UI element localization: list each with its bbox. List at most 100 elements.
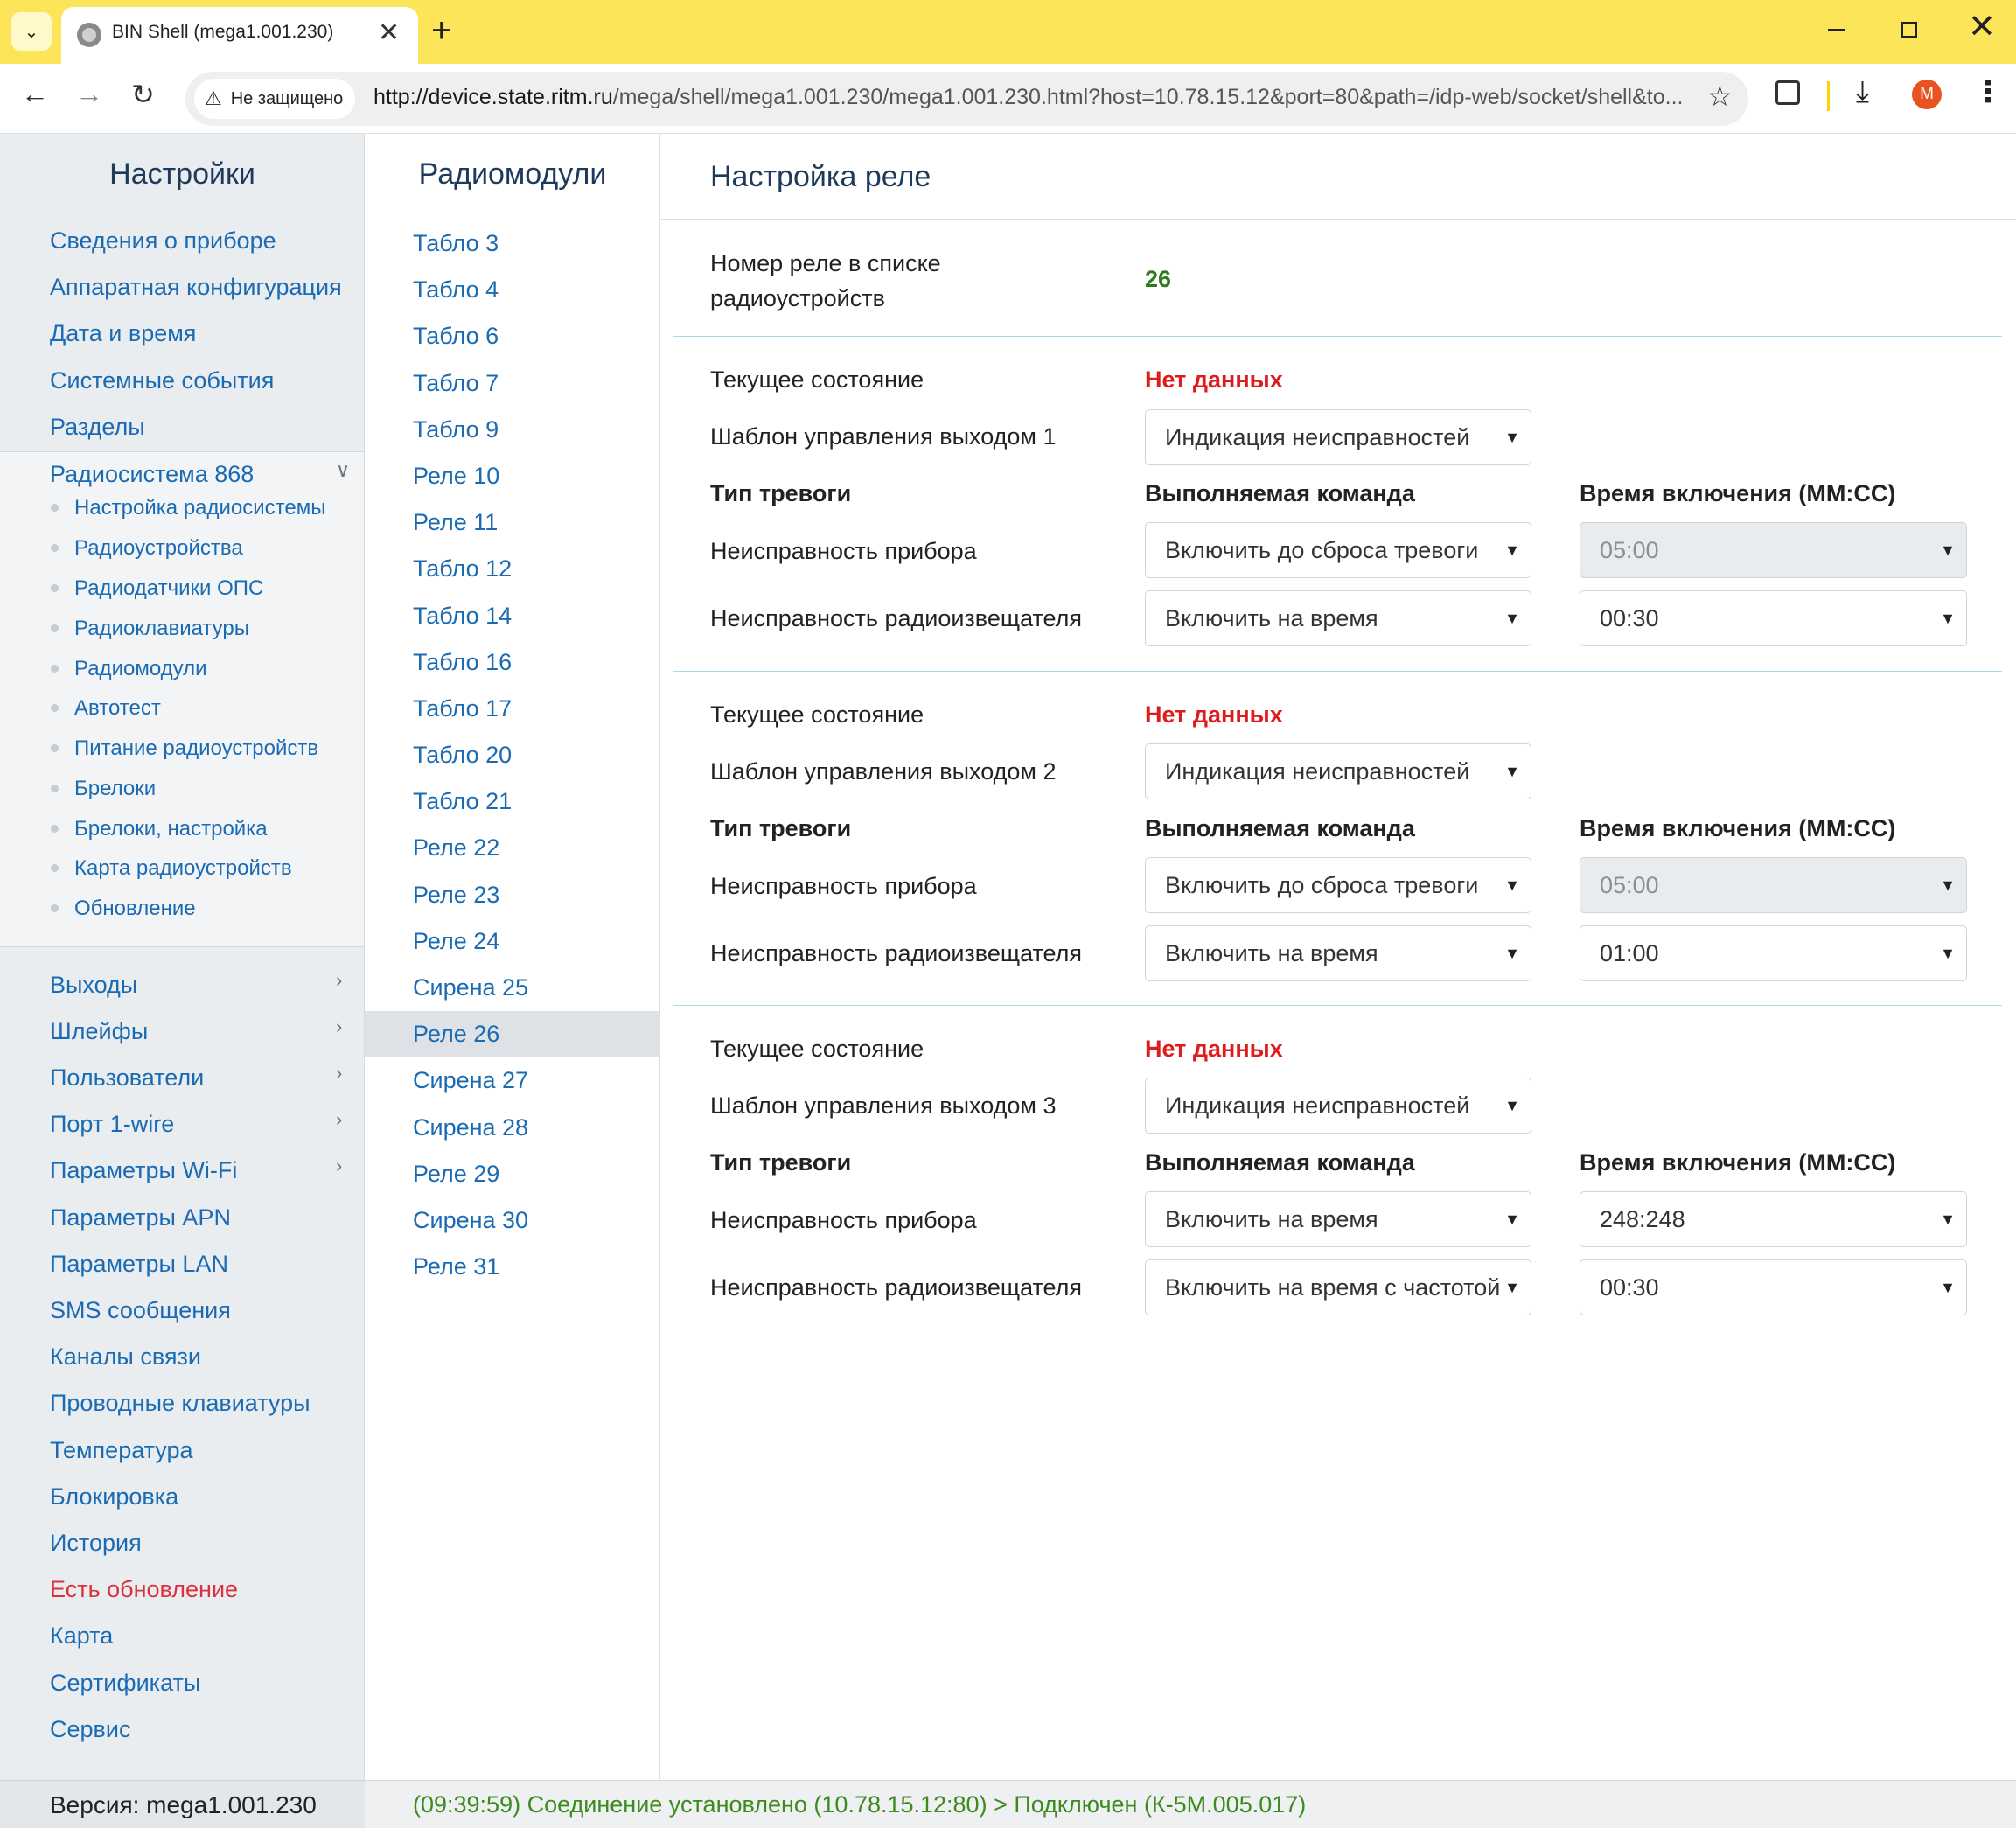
address-bar[interactable]: ⚠ Не защищено http://device.state.ritm.r… xyxy=(185,72,1748,126)
chevron-right-icon[interactable]: › xyxy=(336,1062,342,1085)
list-item[interactable]: Реле 29 xyxy=(365,1151,659,1197)
list-item[interactable]: Сирена 30 xyxy=(365,1197,659,1243)
url-text[interactable]: http://device.state.ritm.ru/mega/shell/m… xyxy=(373,85,1694,110)
command-select[interactable]: Включить до сброса тревоги ▼ xyxy=(1145,522,1531,578)
list-item[interactable]: Табло 17 xyxy=(365,686,659,731)
sidebar-item-wired-keypads[interactable]: Проводные клавиатуры xyxy=(50,1390,310,1417)
extensions-icon[interactable] xyxy=(1775,80,1800,105)
sidebar-item-apn[interactable]: Параметры APN xyxy=(50,1204,231,1231)
browser-tab[interactable]: BIN Shell (mega1.001.230) ✕ xyxy=(61,7,418,64)
sidebar-item-outputs[interactable]: Выходы xyxy=(50,972,137,999)
list-item[interactable]: Сирена 25 xyxy=(365,965,659,1010)
sidebar-subitem-radio-keypads[interactable]: Радиоклавиатуры xyxy=(74,617,249,641)
chevron-down-icon[interactable]: ∨ xyxy=(336,459,350,482)
browser-menu-icon[interactable]: ⋮ xyxy=(1973,74,2003,109)
sidebar-subitem-radio-devices[interactable]: Радиоустройства xyxy=(74,536,243,561)
tab-search-button[interactable]: ⌄ xyxy=(11,12,52,51)
sidebar-item-map[interactable]: Карта xyxy=(50,1622,113,1650)
sidebar-item-lan[interactable]: Параметры LAN xyxy=(50,1251,228,1278)
sidebar-item-1wire[interactable]: Порт 1-wire xyxy=(50,1111,174,1138)
list-item[interactable]: Табло 16 xyxy=(365,639,659,685)
list-item[interactable]: Табло 20 xyxy=(365,732,659,778)
profile-avatar[interactable]: M xyxy=(1912,80,1942,109)
list-item[interactable]: Реле 10 xyxy=(365,453,659,499)
command-select[interactable]: Включить на время с частотой ▼ xyxy=(1145,1259,1531,1315)
sidebar-subitem-update[interactable]: Обновление xyxy=(74,897,196,921)
time-select[interactable]: 00:30 ▼ xyxy=(1580,1259,1967,1315)
time-select[interactable]: 01:00 ▼ xyxy=(1580,925,1967,981)
list-item[interactable]: Реле 31 xyxy=(365,1244,659,1289)
sidebar-item-radio-system[interactable]: Радиосистема 868 xyxy=(50,461,254,488)
time-select[interactable]: 248:248 ▼ xyxy=(1580,1191,1967,1247)
command-select[interactable]: Включить на время ▼ xyxy=(1145,925,1531,981)
sidebar-item-loops[interactable]: Шлейфы xyxy=(50,1018,148,1045)
list-item-active[interactable]: Реле 26 xyxy=(365,1011,659,1057)
new-tab-button[interactable]: + xyxy=(431,11,451,51)
sidebar-item-users[interactable]: Пользователи xyxy=(50,1064,204,1092)
list-item[interactable]: Табло 9 xyxy=(365,407,659,452)
list-item[interactable]: Табло 3 xyxy=(365,220,659,266)
command-select[interactable]: Включить на время ▼ xyxy=(1145,1191,1531,1247)
template-select[interactable]: Индикация неисправностей ▼ xyxy=(1145,743,1531,799)
chevron-right-icon[interactable]: › xyxy=(336,969,342,992)
list-item[interactable]: Реле 22 xyxy=(365,825,659,870)
list-item[interactable]: Табло 4 xyxy=(365,267,659,312)
back-arrow-icon[interactable]: ← xyxy=(21,78,49,110)
sidebar-subitem-radio-map[interactable]: Карта радиоустройств xyxy=(74,856,292,881)
security-chip[interactable]: ⚠ Не защищено xyxy=(194,79,356,119)
sidebar-subitem-radio-power[interactable]: Питание радиоустройств xyxy=(74,736,318,761)
tab-close-icon[interactable]: ✕ xyxy=(378,17,400,48)
sidebar-subitem-radio-sensors[interactable]: Радиодатчики ОПС xyxy=(74,576,263,601)
sidebar-item-update-available[interactable]: Есть обновление xyxy=(50,1576,238,1603)
list-item[interactable]: Табло 21 xyxy=(365,778,659,824)
select-value: Включить на время с частотой xyxy=(1165,1274,1501,1301)
sidebar-item-partitions[interactable]: Разделы xyxy=(50,414,145,441)
template-label: Шаблон управления выходом 2 xyxy=(710,758,1057,785)
download-icon[interactable]: ⤓ xyxy=(1856,75,1869,109)
list-item[interactable]: Реле 11 xyxy=(365,499,659,545)
sidebar-item-lock[interactable]: Блокировка xyxy=(50,1483,178,1511)
sidebar-item-date-time[interactable]: Дата и время xyxy=(50,320,196,347)
command-select[interactable]: Включить до сброса тревоги ▼ xyxy=(1145,857,1531,913)
time-select[interactable]: 00:30 ▼ xyxy=(1580,590,1967,646)
template-select[interactable]: Индикация неисправностей ▼ xyxy=(1145,1078,1531,1134)
forward-arrow-icon[interactable]: → xyxy=(75,78,103,110)
dropdown-arrow-icon: ▼ xyxy=(1504,1097,1520,1114)
sidebar-item-certificates[interactable]: Сертификаты xyxy=(50,1670,200,1697)
sidebar-item-wifi[interactable]: Параметры Wi-Fi xyxy=(50,1157,237,1184)
list-item[interactable]: Сирена 27 xyxy=(365,1057,659,1103)
list-item[interactable]: Табло 14 xyxy=(365,593,659,638)
sidebar-item-sms[interactable]: SMS сообщения xyxy=(50,1297,231,1324)
sidebar-subitem-autotest[interactable]: Автотест xyxy=(74,696,161,721)
chevron-right-icon[interactable]: › xyxy=(336,1108,342,1131)
sidebar-subitem-keyfobs[interactable]: Брелоки xyxy=(74,777,156,801)
minimize-icon[interactable] xyxy=(1828,29,1845,31)
list-item[interactable]: Реле 23 xyxy=(365,872,659,917)
template-select[interactable]: Индикация неисправностей ▼ xyxy=(1145,409,1531,465)
window-close-icon[interactable]: ✕ xyxy=(1968,7,1996,46)
sidebar-item-system-events[interactable]: Системные события xyxy=(50,367,274,394)
reload-icon[interactable]: ↻ xyxy=(131,78,155,111)
dropdown-arrow-icon: ▼ xyxy=(1940,876,1956,894)
list-item[interactable]: Реле 24 xyxy=(365,918,659,964)
chevron-right-icon[interactable]: › xyxy=(336,1015,342,1038)
chevron-right-icon[interactable]: › xyxy=(336,1155,342,1177)
bullet-dot xyxy=(51,584,59,592)
sidebar-item-temperature[interactable]: Температура xyxy=(50,1437,193,1464)
sidebar-subitem-radio-setup[interactable]: Настройка радиосистемы xyxy=(74,496,326,520)
list-item[interactable]: Табло 7 xyxy=(365,360,659,406)
sidebar-subitem-radio-modules[interactable]: Радиомодули xyxy=(74,657,207,681)
list-item[interactable]: Табло 12 xyxy=(365,546,659,591)
sidebar-item-channels[interactable]: Каналы связи xyxy=(50,1343,201,1371)
dropdown-arrow-icon: ▼ xyxy=(1504,1211,1520,1228)
sidebar-item-history[interactable]: История xyxy=(50,1530,142,1557)
command-select[interactable]: Включить на время ▼ xyxy=(1145,590,1531,646)
sidebar-subitem-keyfobs-setup[interactable]: Брелоки, настройка xyxy=(74,817,268,841)
sidebar-item-device-info[interactable]: Сведения о приборе xyxy=(50,227,276,255)
maximize-icon[interactable] xyxy=(1901,22,1917,38)
sidebar-item-service[interactable]: Сервис xyxy=(50,1716,130,1743)
sidebar-item-hardware-config[interactable]: Аппаратная конфигурация xyxy=(50,274,342,301)
list-item[interactable]: Табло 6 xyxy=(365,313,659,359)
list-item[interactable]: Сирена 28 xyxy=(365,1105,659,1150)
bookmark-star-icon[interactable]: ☆ xyxy=(1707,80,1733,113)
